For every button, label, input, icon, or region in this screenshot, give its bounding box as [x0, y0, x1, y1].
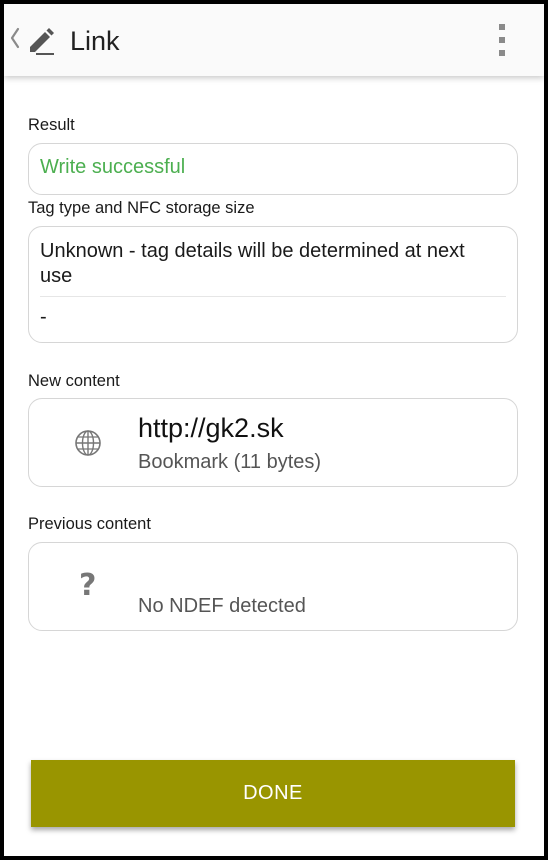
pencil-icon [30, 28, 54, 55]
previous-content-card: ? No NDEF detected [28, 542, 518, 631]
page-title: Link [70, 26, 120, 56]
new-content-type: Bookmark (11 bytes) [138, 451, 322, 473]
overflow-menu-icon[interactable] [488, 22, 516, 58]
tag-storage-size: - [40, 306, 47, 328]
question-mark-icon: ? [79, 568, 97, 603]
app-bar: Link [4, 4, 544, 76]
result-card: Write successful [28, 143, 518, 195]
new-content-label: New content [28, 372, 120, 390]
divider [40, 296, 506, 297]
previous-content-status: No NDEF detected [138, 595, 306, 617]
globe-icon [75, 430, 101, 456]
new-content-url: http://gk2.sk [138, 413, 284, 443]
result-value: Write successful [40, 156, 186, 178]
tag-type-value: Unknown - tag details will be determined… [40, 240, 465, 287]
screen: Link Result Write successful Tag type an… [4, 4, 544, 856]
previous-content-label: Previous content [28, 515, 151, 533]
tag-type-label: Tag type and NFC storage size [28, 199, 255, 217]
new-content-card[interactable]: http://gk2.sk Bookmark (11 bytes) [28, 398, 518, 487]
done-button[interactable]: DONE [31, 760, 515, 827]
result-label: Result [28, 116, 75, 134]
chevron-left-icon[interactable] [10, 27, 20, 49]
tag-type-card: Unknown - tag details will be determined… [28, 226, 518, 343]
